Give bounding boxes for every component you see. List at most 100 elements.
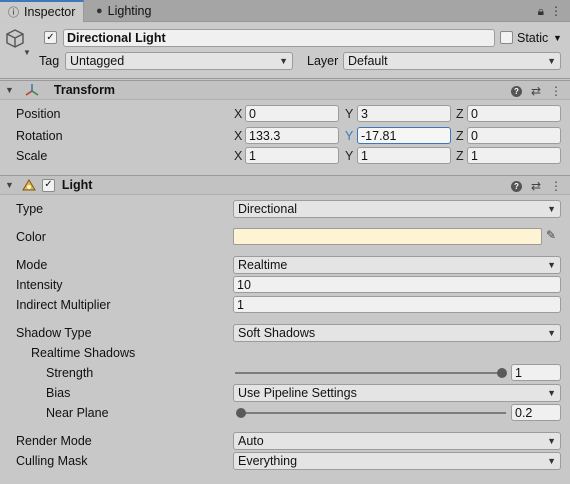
indirect-multiplier-field[interactable]: 1	[233, 296, 561, 313]
layer-label: Layer	[307, 54, 339, 68]
position-x-field[interactable]: 0	[245, 105, 339, 122]
mode-dropdown[interactable]: Realtime ▼	[233, 256, 561, 274]
rotation-z-axis[interactable]: Z	[456, 129, 464, 143]
position-z-value: 0	[471, 106, 478, 121]
tag-label: Tag	[39, 54, 60, 68]
preset-icon[interactable]: ⇄	[531, 179, 541, 193]
active-checkbox[interactable]: ✓	[44, 31, 57, 44]
foldout-arrow-icon[interactable]: ▼	[5, 85, 14, 95]
strength-value: 1	[515, 365, 522, 380]
near-plane-field[interactable]: 0.2	[511, 404, 561, 421]
position-x-axis[interactable]: X	[234, 107, 242, 121]
kebab-menu-icon[interactable]: ⋮	[550, 179, 562, 193]
chevron-down-icon[interactable]: ▼	[23, 48, 31, 57]
tab-lighting-label: Lighting	[107, 4, 152, 18]
tab-lighting[interactable]: ● Lighting	[88, 0, 168, 22]
shadow-type-dropdown[interactable]: Soft Shadows ▼	[233, 324, 561, 342]
lock-icon[interactable]: 🔒︎	[538, 4, 544, 19]
type-value: Directional	[238, 202, 298, 216]
rotation-x-value: 133.3	[249, 128, 281, 143]
position-z-axis[interactable]: Z	[456, 107, 464, 121]
render-mode-value: Auto	[238, 434, 264, 448]
rotation-z-value: 0	[471, 128, 478, 143]
shadow-type-label: Shadow Type	[16, 326, 92, 340]
position-z-field[interactable]: 0	[467, 105, 561, 122]
scale-x-field[interactable]: 1	[245, 147, 339, 164]
chevron-down-icon: ▼	[547, 204, 556, 214]
position-y-value: 3	[361, 106, 368, 121]
intensity-value: 10	[237, 277, 251, 292]
rotation-y-value: -17.81	[361, 128, 397, 143]
near-plane-slider-thumb[interactable]	[236, 408, 246, 418]
culling-mask-label: Culling Mask	[16, 454, 88, 468]
scale-z-axis[interactable]: Z	[456, 149, 464, 163]
chevron-down-icon: ▼	[547, 388, 556, 398]
light-enabled-checkbox[interactable]: ✓	[41, 178, 55, 192]
object-header: ▼ ✓ Directional Light Static ▼ Tag Untag…	[0, 23, 570, 79]
bulb-icon: ●	[96, 5, 103, 17]
strength-field[interactable]: 1	[511, 364, 561, 381]
strength-slider-track[interactable]	[235, 372, 505, 374]
tab-inspector[interactable]: ⓘ Inspector	[0, 0, 84, 22]
culling-mask-dropdown[interactable]: Everything ▼	[233, 452, 561, 470]
intensity-field[interactable]: 10	[233, 276, 561, 293]
transform-icon	[24, 82, 40, 98]
tab-bar: ⓘ Inspector ● Lighting 🔒︎ ⋮	[0, 0, 570, 22]
tag-dropdown[interactable]: Untagged ▼	[65, 52, 293, 70]
type-dropdown[interactable]: Directional ▼	[233, 200, 561, 218]
transform-header-icons: ? ⇄ ⋮	[510, 81, 562, 101]
gameobject-icon[interactable]	[4, 28, 26, 50]
scale-y-field[interactable]: 1	[357, 147, 451, 164]
foldout-arrow-icon[interactable]: ▼	[5, 180, 14, 190]
tag-value: Untagged	[70, 54, 125, 68]
near-plane-slider-track[interactable]	[237, 412, 506, 414]
chevron-down-icon: ▼	[279, 56, 288, 66]
eyedropper-icon[interactable]: ✎	[546, 228, 556, 242]
chevron-down-icon: ▼	[547, 260, 556, 270]
rotation-label: Rotation	[16, 129, 63, 143]
rotation-x-axis[interactable]: X	[234, 129, 242, 143]
preset-icon[interactable]: ⇄	[531, 84, 541, 98]
light-header[interactable]: ▼ ✓ Light ? ⇄ ⋮	[0, 175, 570, 195]
rotation-y-field[interactable]: -17.81	[357, 127, 451, 144]
strength-slider-thumb[interactable]	[497, 368, 507, 378]
object-name-input[interactable]: Directional Light	[63, 29, 495, 47]
info-icon: ⓘ	[8, 7, 19, 19]
scale-y-value: 1	[361, 148, 368, 163]
bias-dropdown[interactable]: Use Pipeline Settings ▼	[233, 384, 561, 402]
render-mode-label: Render Mode	[16, 434, 92, 448]
rotation-y-axis[interactable]: Y	[345, 129, 353, 143]
kebab-menu-icon[interactable]: ⋮	[550, 4, 562, 18]
position-y-field[interactable]: 3	[357, 105, 451, 122]
scale-x-axis[interactable]: X	[234, 149, 242, 163]
transform-header[interactable]: ▼ Transform ? ⇄ ⋮	[0, 80, 570, 100]
layer-dropdown[interactable]: Default ▼	[343, 52, 561, 70]
help-icon[interactable]: ?	[510, 180, 522, 192]
chevron-down-icon: ▼	[547, 328, 556, 338]
position-label: Position	[16, 107, 61, 121]
rotation-x-field[interactable]: 133.3	[245, 127, 339, 144]
bias-value: Use Pipeline Settings	[238, 386, 357, 400]
static-dropdown-caret-icon[interactable]: ▼	[553, 33, 562, 43]
scale-z-field[interactable]: 1	[467, 147, 561, 164]
static-label: Static	[517, 31, 549, 45]
mode-value: Realtime	[238, 258, 288, 272]
static-checkbox[interactable]	[500, 31, 513, 44]
rotation-z-field[interactable]: 0	[467, 127, 561, 144]
kebab-menu-icon[interactable]: ⋮	[550, 84, 562, 98]
realtime-shadows-label: Realtime Shadows	[31, 346, 136, 360]
chevron-down-icon: ▼	[547, 456, 556, 466]
color-swatch[interactable]	[233, 228, 542, 245]
color-label: Color	[16, 230, 46, 244]
chevron-down-icon: ▼	[547, 436, 556, 446]
scale-y-axis[interactable]: Y	[345, 149, 353, 163]
help-icon[interactable]: ?	[510, 85, 522, 97]
render-mode-dropdown[interactable]: Auto ▼	[233, 432, 561, 450]
position-y-axis[interactable]: Y	[345, 107, 353, 121]
window-controls: 🔒︎ ⋮	[538, 0, 562, 22]
type-label: Type	[16, 202, 44, 216]
shadow-type-value: Soft Shadows	[238, 326, 316, 340]
indirect-multiplier-label: Indirect Multiplier	[16, 298, 111, 312]
indirect-multiplier-value: 1	[237, 297, 244, 312]
layer-value: Default	[348, 54, 388, 68]
